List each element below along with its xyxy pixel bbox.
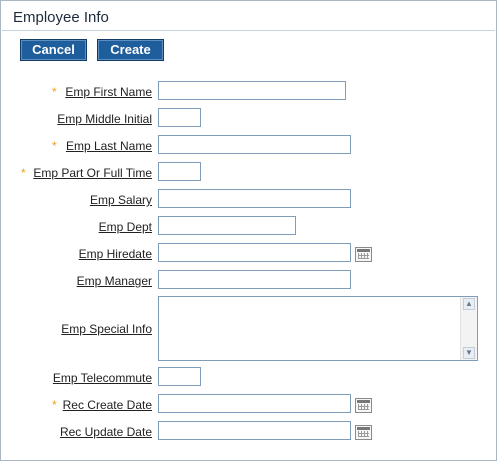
part-full-time-input[interactable]: [158, 162, 201, 181]
first-name-label[interactable]: Emp First Name: [65, 85, 152, 99]
scroll-down-arrow-icon[interactable]: ▼: [463, 347, 475, 359]
rec-create-date-label[interactable]: Rec Create Date: [63, 398, 152, 412]
employee-info-panel: Employee Info Cancel Create * Emp First …: [0, 0, 497, 461]
last-name-label[interactable]: Emp Last Name: [66, 139, 152, 153]
required-marker: *: [52, 85, 57, 99]
last-name-input[interactable]: [158, 135, 351, 154]
create-button[interactable]: Create: [97, 39, 164, 61]
salary-input[interactable]: [158, 189, 351, 208]
rec-update-date-input[interactable]: [158, 421, 351, 440]
textarea-scrollbar[interactable]: ▲ ▼: [460, 297, 477, 360]
required-marker: *: [52, 398, 57, 412]
rec-update-date-label[interactable]: Rec Update Date: [60, 425, 152, 439]
middle-initial-input[interactable]: [158, 108, 201, 127]
hiredate-input[interactable]: [158, 243, 351, 262]
hiredate-label[interactable]: Emp Hiredate: [79, 247, 152, 261]
calendar-icon[interactable]: [355, 425, 372, 440]
special-info-label[interactable]: Emp Special Info: [61, 322, 152, 336]
special-info-textarea[interactable]: ▲ ▼: [158, 296, 478, 361]
calendar-icon[interactable]: [355, 247, 372, 262]
rec-create-date-input[interactable]: [158, 394, 351, 413]
manager-input[interactable]: [158, 270, 351, 289]
dept-label[interactable]: Emp Dept: [99, 220, 152, 234]
title-divider: [2, 30, 495, 31]
cancel-button[interactable]: Cancel: [20, 39, 87, 61]
dept-input[interactable]: [158, 216, 296, 235]
middle-initial-label[interactable]: Emp Middle Initial: [57, 112, 152, 126]
telecommute-input[interactable]: [158, 367, 201, 386]
part-full-time-label[interactable]: Emp Part Or Full Time: [33, 166, 152, 180]
first-name-input[interactable]: [158, 81, 346, 100]
panel-title: Employee Info: [13, 9, 109, 26]
scroll-up-arrow-icon[interactable]: ▲: [463, 298, 475, 310]
calendar-icon[interactable]: [355, 398, 372, 413]
required-marker: *: [52, 139, 57, 153]
manager-label[interactable]: Emp Manager: [77, 274, 152, 288]
telecommute-label[interactable]: Emp Telecommute: [53, 371, 152, 385]
required-marker: *: [21, 166, 26, 180]
salary-label[interactable]: Emp Salary: [90, 193, 152, 207]
